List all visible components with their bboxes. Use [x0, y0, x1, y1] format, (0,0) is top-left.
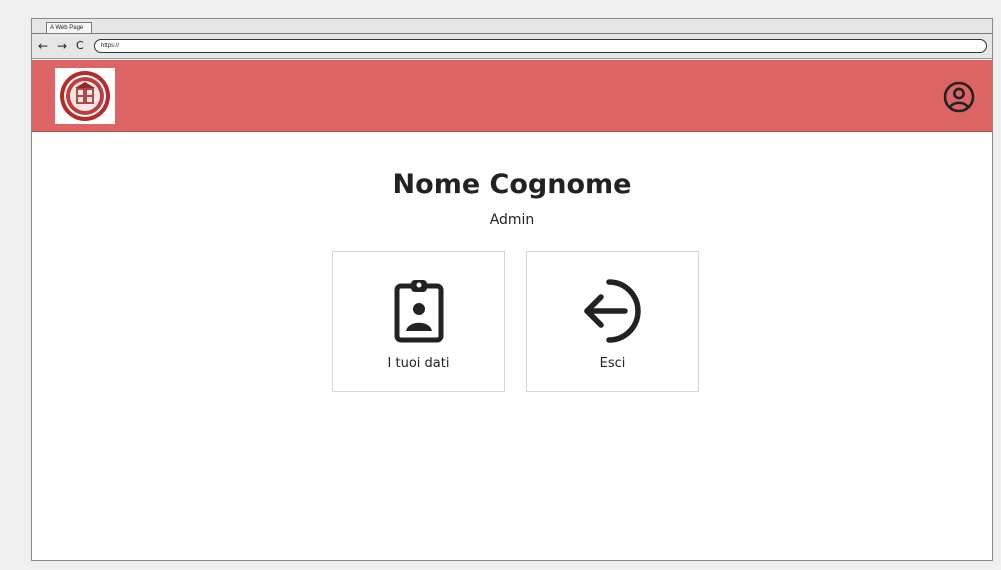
user-circle-icon	[943, 81, 975, 113]
your-data-card[interactable]: I tuoi dati	[332, 251, 505, 392]
logout-label: Esci	[599, 356, 626, 371]
app-header	[32, 60, 992, 132]
university-seal-icon	[60, 71, 110, 121]
card-icon-wrapper	[391, 276, 447, 351]
logout-card[interactable]: Esci	[526, 251, 699, 392]
address-bar[interactable]: https://	[94, 39, 987, 53]
user-role: Admin	[489, 212, 535, 228]
forward-button[interactable]: →	[57, 39, 67, 53]
browser-chrome: A Web Page ← → C https://	[32, 19, 992, 59]
university-logo	[55, 68, 115, 124]
account-button[interactable]	[942, 80, 976, 114]
your-data-label: I tuoi dati	[387, 356, 450, 371]
tab-divider	[32, 33, 992, 34]
reload-button[interactable]: C	[76, 39, 84, 53]
user-name: Nome Cognome	[392, 169, 632, 200]
card-icon-wrapper	[577, 276, 649, 351]
browser-tab[interactable]: A Web Page	[46, 22, 92, 33]
back-button[interactable]: ←	[38, 39, 48, 53]
logout-arrow-icon	[583, 279, 641, 343]
id-badge-icon	[394, 280, 443, 343]
browser-window: A Web Page ← → C https:// Nome Cognome A…	[31, 18, 993, 561]
